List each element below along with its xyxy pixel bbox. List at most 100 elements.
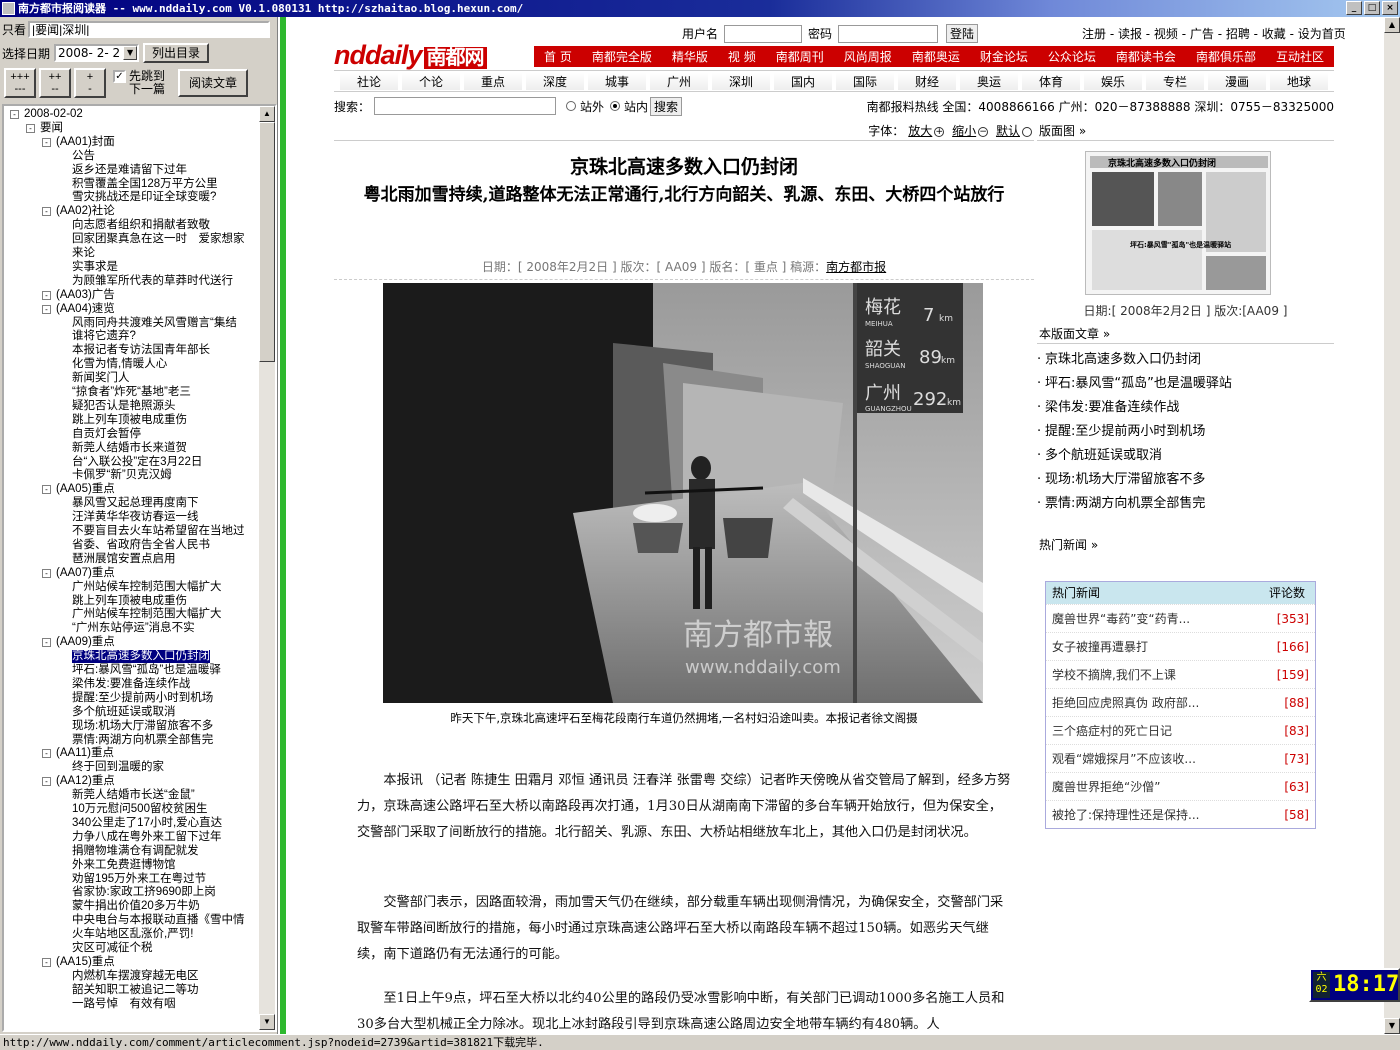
hot-news-title[interactable]: 拒绝回应虎照真伪 政府部... bbox=[1052, 689, 1199, 716]
hot-news-row[interactable]: 魔兽世界拒绝“沙僧” [63] bbox=[1046, 772, 1315, 800]
tree-node[interactable]: (AA07)重点 bbox=[56, 567, 115, 580]
section-article-link[interactable]: 提醒:至少提前两小时到机场 bbox=[1037, 420, 1334, 444]
tree-node[interactable]: (AA03)广告 bbox=[56, 289, 115, 302]
section-article-link[interactable]: 现场:机场大厅滞留旅客不多 bbox=[1037, 468, 1334, 492]
hot-news-title[interactable]: 观看“嫦娥探月”不应该收... bbox=[1052, 745, 1196, 772]
scroll-down-icon[interactable]: ▼ bbox=[259, 1014, 275, 1030]
section-nav-item[interactable]: 专栏 bbox=[1146, 72, 1204, 90]
site-logo[interactable]: nddaily 南都网 bbox=[334, 40, 487, 71]
font-smaller-link[interactable]: 缩小 bbox=[952, 124, 976, 138]
page-thumbnail[interactable]: 京珠北高速多数入口仍封闭 坪石:暴风雪"孤岛"也是温暖驿站 bbox=[1085, 151, 1271, 295]
tree-node[interactable]: 台“入联公投”定在3月22日 bbox=[72, 456, 202, 469]
tree-node[interactable]: 回家团聚真急在这一时 爱家想家 bbox=[72, 233, 245, 246]
tree-node[interactable]: (AA05)重点 bbox=[56, 483, 115, 496]
section-article-link[interactable]: 坪石:暴风雪“孤岛”也是温暖驿站 bbox=[1037, 372, 1334, 396]
tree-node[interactable]: 10万元慰问500留校贫困生 bbox=[72, 803, 207, 816]
tree-node[interactable]: 终于回到温暖的家 bbox=[72, 761, 164, 774]
login-button[interactable]: 登陆 bbox=[946, 24, 979, 43]
tree-collapse-icon[interactable]: - bbox=[10, 110, 19, 119]
tree-node[interactable]: 自贡灯会暂停 bbox=[72, 428, 141, 441]
checkmark-icon[interactable]: ✓ bbox=[113, 70, 126, 83]
hot-news-row[interactable]: 三个癌症村的死亡日记 [83] bbox=[1046, 716, 1315, 744]
chevron-down-icon[interactable]: ▼ bbox=[123, 46, 138, 60]
tree-node[interactable]: 为顾雏军所代表的草莽时代送行 bbox=[72, 275, 233, 288]
scroll-up-icon[interactable]: ▲ bbox=[259, 106, 275, 122]
zoom-button-2[interactable]: ++ -- bbox=[39, 68, 71, 98]
minus-circle-icon[interactable]: − bbox=[978, 126, 989, 137]
section-nav-item[interactable]: 漫画 bbox=[1208, 72, 1266, 90]
tree-node[interactable]: (AA04)速览 bbox=[56, 303, 115, 316]
tree-node[interactable]: 省家协:家政工挤9690即上岗 bbox=[72, 886, 216, 899]
scroll-thumb[interactable] bbox=[259, 122, 275, 362]
section-nav-item[interactable]: 深度 bbox=[526, 72, 584, 90]
source-link[interactable]: 南方都市报 bbox=[826, 260, 886, 274]
main-nav-item[interactable]: 公众论坛 bbox=[1045, 48, 1099, 65]
section-article-link[interactable]: 京珠北高速多数入口仍封闭 bbox=[1037, 348, 1334, 372]
tree-node[interactable]: 蒙牛捐出价值20多万牛奶 bbox=[72, 900, 200, 913]
tree-collapse-icon[interactable]: - bbox=[42, 749, 51, 759]
section-nav-item[interactable]: 社论 bbox=[340, 72, 398, 90]
search-input[interactable] bbox=[374, 97, 557, 115]
hot-news-row[interactable]: 拒绝回应虎照真伪 政府部... [88] bbox=[1046, 688, 1315, 716]
hot-news-title[interactable]: 学校不摘牌,我们不上课 bbox=[1052, 661, 1176, 688]
scroll-down-icon[interactable]: ▼ bbox=[1384, 1018, 1400, 1034]
tree-node[interactable]: 一路号悼 有效有咽 bbox=[72, 998, 176, 1011]
filter-input[interactable] bbox=[28, 21, 271, 38]
tree-collapse-icon[interactable]: - bbox=[42, 137, 51, 147]
hot-news-row[interactable]: 被抢了:保持理性还是保持... [58] bbox=[1046, 800, 1315, 828]
main-nav-item[interactable]: 财金论坛 bbox=[977, 48, 1031, 65]
close-button[interactable]: × bbox=[1382, 1, 1398, 15]
section-article-link[interactable]: 票情:两湖方向机票全部售完 bbox=[1037, 492, 1334, 516]
hot-news-title[interactable]: 魔兽世界拒绝“沙僧” bbox=[1052, 773, 1160, 800]
section-nav-item[interactable]: 国际 bbox=[836, 72, 894, 90]
tree-node[interactable]: 新莞人结婚市长送“金鼠” bbox=[72, 789, 195, 802]
tree-node[interactable]: 疑犯否认是艳照源头 bbox=[72, 400, 176, 413]
tree-node[interactable]: 劝留195万外来工在粤过节 bbox=[72, 873, 206, 886]
main-nav-item[interactable]: 南都奥运 bbox=[909, 48, 963, 65]
zoom-button-1[interactable]: + - bbox=[74, 68, 106, 98]
tree-node[interactable]: 返乡还是难请留下过年 bbox=[72, 164, 187, 177]
article-tree[interactable]: -2008-02-02- 要闻 - (AA01)封面 公告 返乡还是难请留下过年 积雪覆盖全… bbox=[2, 104, 277, 1032]
scroll-up-icon[interactable]: ▲ bbox=[1384, 17, 1400, 33]
tree-node[interactable]: (AA15)重点 bbox=[56, 956, 115, 969]
tree-node[interactable]: 坪石:暴风雪“孤岛”也是温暖驿 bbox=[72, 664, 221, 677]
section-nav-item[interactable]: 深圳 bbox=[712, 72, 770, 90]
tree-node[interactable]: 广州站候车控制范围大幅扩大 bbox=[72, 581, 222, 594]
section-nav-item[interactable]: 个论 bbox=[402, 72, 460, 90]
tree-collapse-icon[interactable]: - bbox=[26, 123, 35, 133]
main-nav-item[interactable]: 风尚周报 bbox=[841, 48, 895, 65]
hot-news-title[interactable]: 女子被撞再遭暴打 bbox=[1052, 633, 1148, 660]
tree-node[interactable]: 要闻 bbox=[40, 122, 63, 135]
tree-collapse-icon[interactable]: - bbox=[42, 485, 51, 495]
hot-news-row[interactable]: 魔兽世界“毒药”变“药青... [353] bbox=[1046, 604, 1315, 632]
radio-outside[interactable] bbox=[566, 101, 577, 111]
tree-node[interactable]: 化雪为情,情暖人心 bbox=[72, 358, 167, 371]
plus-circle-icon[interactable]: + bbox=[934, 126, 945, 137]
section-nav-item[interactable]: 重点 bbox=[464, 72, 522, 90]
section-nav-item[interactable]: 体育 bbox=[1022, 72, 1080, 90]
main-nav-item[interactable]: 首 页 bbox=[541, 48, 575, 65]
tree-node[interactable]: 不要盲目去火车站希望留在当地过 bbox=[72, 525, 245, 538]
tree-node[interactable]: 现场:机场大厅滞留旅客不多 bbox=[72, 720, 213, 733]
main-nav-item[interactable]: 南都周刊 bbox=[773, 48, 827, 65]
tree-node[interactable]: 卡佩罗“新”贝克汉姆 bbox=[72, 469, 172, 482]
section-nav-item[interactable]: 奥运 bbox=[960, 72, 1018, 90]
main-nav-item[interactable]: 精华版 bbox=[669, 48, 711, 65]
main-nav-item[interactable]: 南都俱乐部 bbox=[1193, 48, 1259, 65]
page-image-heading[interactable]: 版面图 » bbox=[1037, 121, 1334, 141]
search-button[interactable]: 搜索 bbox=[650, 96, 683, 116]
tree-node[interactable]: 向志愿者组织和捐献者致敬 bbox=[72, 219, 210, 232]
tree-node[interactable]: 票情:两湖方向机票全部售完 bbox=[72, 734, 213, 747]
tree-node[interactable]: (AA12)重点 bbox=[56, 775, 115, 788]
tree-node[interactable]: 韶关知职工被追记二等功 bbox=[72, 984, 199, 997]
top-links[interactable]: 注册 - 读报 - 视频 - 广告 - 招聘 - 收藏 - 设为首页 bbox=[1082, 25, 1346, 42]
tree-node[interactable]: 340公里走了17小时,爱心直达 bbox=[72, 817, 222, 830]
tree-collapse-icon[interactable]: - bbox=[42, 777, 51, 787]
tree-node[interactable]: 新闻奖门人 bbox=[72, 372, 130, 385]
tree-node[interactable]: 火车站地区乱涨价,严罚! bbox=[72, 928, 193, 941]
tree-node[interactable]: 多个航班延误或取消 bbox=[72, 706, 176, 719]
tree-node[interactable]: 琶洲展馆安置点启用 bbox=[72, 553, 176, 566]
font-default-link[interactable]: 默认 bbox=[996, 124, 1020, 138]
tree-collapse-icon[interactable]: - bbox=[42, 568, 51, 578]
minimize-button[interactable]: _ bbox=[1346, 1, 1362, 15]
